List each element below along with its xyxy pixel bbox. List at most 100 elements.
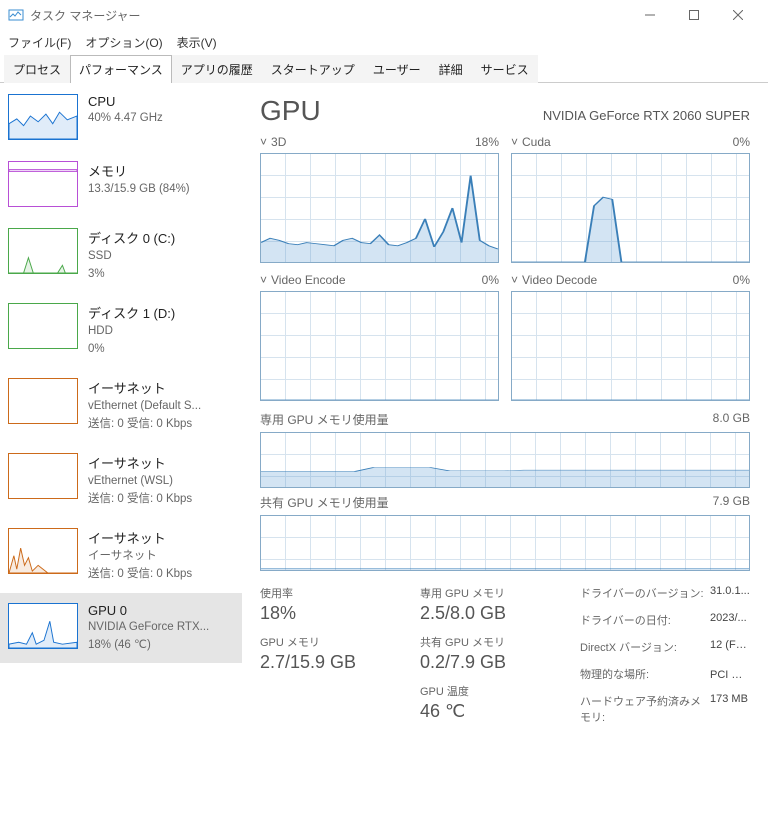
chart-dedicated-mem: 専用 GPU メモリ使用量 8.0 GB	[260, 411, 750, 488]
gpumem-label: GPU メモリ	[260, 634, 410, 650]
sidebar-thumb	[8, 528, 78, 574]
chevron-down-icon: ˅	[511, 273, 518, 287]
sidebar-item-title: メモリ	[88, 161, 190, 180]
sidebar-thumb	[8, 453, 78, 499]
menu-options[interactable]: オプション(O)	[85, 34, 162, 51]
device-name: NVIDIA GeForce RTX 2060 SUPER	[543, 108, 750, 123]
ded-value: 2.5/8.0 GB	[420, 603, 570, 624]
tab-processes[interactable]: プロセス	[4, 55, 70, 83]
close-button[interactable]	[716, 0, 760, 30]
tab-startup[interactable]: スタートアップ	[262, 55, 364, 83]
window-title: タスク マネージャー	[30, 7, 141, 24]
sidebar-item-sub1: HDD	[88, 324, 175, 340]
chart-ve-plot	[260, 291, 499, 401]
sidebar-item-sub1: 40% 4.47 GHz	[88, 111, 163, 127]
chart-cuda-label: Cuda	[522, 135, 551, 149]
sidebar-thumb	[8, 161, 78, 207]
chevron-down-icon: ˅	[511, 135, 518, 149]
chart-vd-label: Video Decode	[522, 273, 597, 287]
chevron-down-icon: ˅	[260, 135, 267, 149]
shr-label: 共有 GPU メモリ	[420, 634, 570, 650]
shr-value: 0.2/7.9 GB	[420, 652, 570, 673]
sidebar-item-title: GPU 0	[88, 603, 209, 618]
perf-sidebar: CPU 40% 4.47 GHz メモリ 13.3/15.9 GB (84%) ディスク…	[0, 83, 242, 822]
sidebar-item-sub1: イーサネット	[88, 549, 192, 565]
sidebar-thumb	[8, 228, 78, 274]
hwres: 173 MB	[710, 693, 750, 732]
chart-shared-mem: 共有 GPU メモリ使用量 7.9 GB	[260, 494, 750, 571]
sidebar-thumb	[8, 603, 78, 649]
loc: PCI バ...	[710, 666, 750, 689]
chart-video-decode[interactable]: ˅Video Decode0%	[511, 273, 750, 401]
ded-label: 専用 GPU メモリ	[420, 585, 570, 601]
sidebar-item-2[interactable]: ディスク 0 (C:)SSD3%	[0, 217, 242, 292]
tab-performance[interactable]: パフォーマンス	[70, 55, 172, 83]
tab-users[interactable]: ユーザー	[364, 55, 430, 83]
hwres-l: ハードウェア予約済みメモリ:	[580, 693, 710, 732]
sidebar-item-sub2: 3%	[88, 267, 175, 283]
sidebar-item-sub1: vEthernet (WSL)	[88, 474, 192, 490]
sidebar-item-3[interactable]: ディスク 1 (D:)HDD0%	[0, 292, 242, 367]
sidebar-item-title: CPU	[88, 94, 163, 109]
chart-shared-plot	[260, 515, 750, 571]
dedicated-mem-label: 専用 GPU メモリ使用量	[260, 411, 389, 428]
dedicated-mem-max: 8.0 GB	[713, 411, 750, 428]
directx: 12 (FL ...	[710, 639, 750, 662]
chart-3d-pct: 18%	[475, 135, 499, 149]
sidebar-item-title: イーサネット	[88, 453, 192, 472]
chart-video-encode[interactable]: ˅Video Encode0%	[260, 273, 499, 401]
tab-details[interactable]: 詳細	[430, 55, 472, 83]
tab-app-history[interactable]: アプリの履歴	[172, 55, 262, 83]
chart-dedicated-plot	[260, 432, 750, 488]
chevron-down-icon: ˅	[260, 273, 267, 287]
temp-label: GPU 温度	[420, 683, 570, 699]
driver-date: 2023/...	[710, 612, 750, 635]
sidebar-item-sub2: 18% (46 ℃)	[88, 638, 209, 654]
shared-mem-label: 共有 GPU メモリ使用量	[260, 494, 389, 511]
util-value: 18%	[260, 603, 410, 624]
menu-view[interactable]: 表示(V)	[177, 34, 217, 51]
chart-cuda[interactable]: ˅ Cuda 0%	[511, 135, 750, 263]
page-title: GPU	[260, 95, 321, 127]
sidebar-item-0[interactable]: CPU 40% 4.47 GHz	[0, 83, 242, 150]
menubar: ファイル(F) オプション(O) 表示(V)	[0, 30, 768, 55]
menu-file[interactable]: ファイル(F)	[8, 34, 71, 51]
sidebar-thumb	[8, 303, 78, 349]
titlebar: タスク マネージャー	[0, 0, 768, 30]
driver-ver-l: ドライバーのバージョン:	[580, 585, 710, 608]
sidebar-item-4[interactable]: イーサネット vEthernet (Default S... 送信: 0 受信: 0…	[0, 367, 242, 442]
driver-ver: 31.0.1...	[710, 585, 750, 608]
shared-mem-max: 7.9 GB	[713, 494, 750, 511]
chart-3d[interactable]: ˅ 3D 18%	[260, 135, 499, 263]
chart-vd-plot	[511, 291, 750, 401]
directx-l: DirectX バージョン:	[580, 639, 710, 662]
sidebar-thumb	[8, 94, 78, 140]
driver-date-l: ドライバーの日付:	[580, 612, 710, 635]
chart-cuda-plot	[511, 153, 750, 263]
sidebar-item-7[interactable]: GPU 0 NVIDIA GeForce RTX... 18% (46 ℃)	[0, 592, 242, 663]
gpumem-value: 2.7/15.9 GB	[260, 652, 410, 673]
tabs: プロセス パフォーマンス アプリの履歴 スタートアップ ユーザー 詳細 サービス	[0, 55, 768, 83]
sidebar-item-sub2: 送信: 0 受信: 0 Kbps	[88, 492, 192, 508]
loc-l: 物理的な場所:	[580, 666, 710, 689]
minimize-button[interactable]	[628, 0, 672, 30]
sidebar-item-title: イーサネット	[88, 378, 201, 397]
chart-cuda-pct: 0%	[733, 135, 750, 149]
sidebar-item-1[interactable]: メモリ 13.3/15.9 GB (84%)	[0, 150, 242, 217]
sidebar-item-6[interactable]: イーサネットイーサネット送信: 0 受信: 0 Kbps	[0, 517, 242, 592]
chart-3d-plot	[260, 153, 499, 263]
sidebar-item-sub1: vEthernet (Default S...	[88, 399, 201, 415]
tab-services[interactable]: サービス	[472, 55, 538, 83]
temp-value: 46 ℃	[420, 701, 570, 722]
sidebar-item-sub2: 送信: 0 受信: 0 Kbps	[88, 417, 201, 433]
sidebar-item-sub1: SSD	[88, 249, 175, 265]
maximize-button[interactable]	[672, 0, 716, 30]
driver-info: ドライバーのバージョン:31.0.1... ドライバーの日付:2023/... …	[580, 585, 750, 732]
sidebar-item-sub1: NVIDIA GeForce RTX...	[88, 620, 209, 636]
app-icon	[8, 7, 24, 23]
chart-3d-label: 3D	[271, 135, 286, 149]
sidebar-item-sub2: 送信: 0 受信: 0 Kbps	[88, 567, 192, 583]
sidebar-item-sub1: 13.3/15.9 GB (84%)	[88, 182, 190, 198]
sidebar-item-5[interactable]: イーサネット vEthernet (WSL) 送信: 0 受信: 0 Kbps	[0, 442, 242, 517]
util-label: 使用率	[260, 585, 410, 601]
